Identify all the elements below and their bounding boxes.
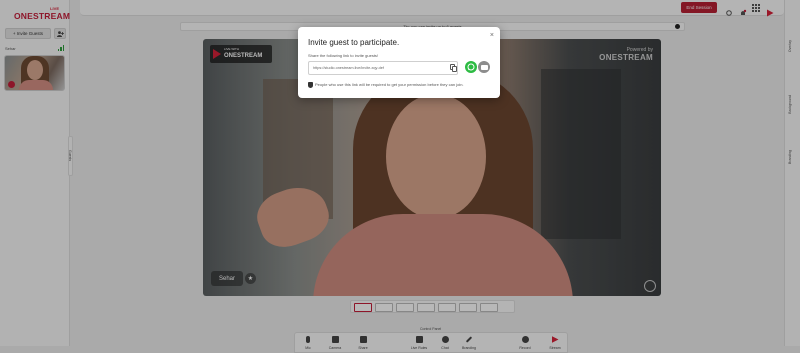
modal-permission-note: People who use this link will be require… <box>315 82 464 87</box>
whatsapp-icon <box>467 63 475 71</box>
invite-guest-modal: Invite guest to participate. × Share the… <box>298 27 500 98</box>
copy-icon[interactable] <box>450 64 457 72</box>
shield-icon <box>308 82 313 88</box>
invite-link-field[interactable]: https://studio.onestream.live/invite-xqy… <box>308 61 458 75</box>
modal-title: Invite guest to participate. <box>308 38 400 47</box>
modal-subtitle: Share the following link to invite guest… <box>308 53 379 58</box>
whatsapp-share-button[interactable] <box>465 61 477 73</box>
close-icon[interactable]: × <box>490 32 494 39</box>
email-share-button[interactable] <box>478 61 490 73</box>
mail-icon <box>480 64 488 70</box>
